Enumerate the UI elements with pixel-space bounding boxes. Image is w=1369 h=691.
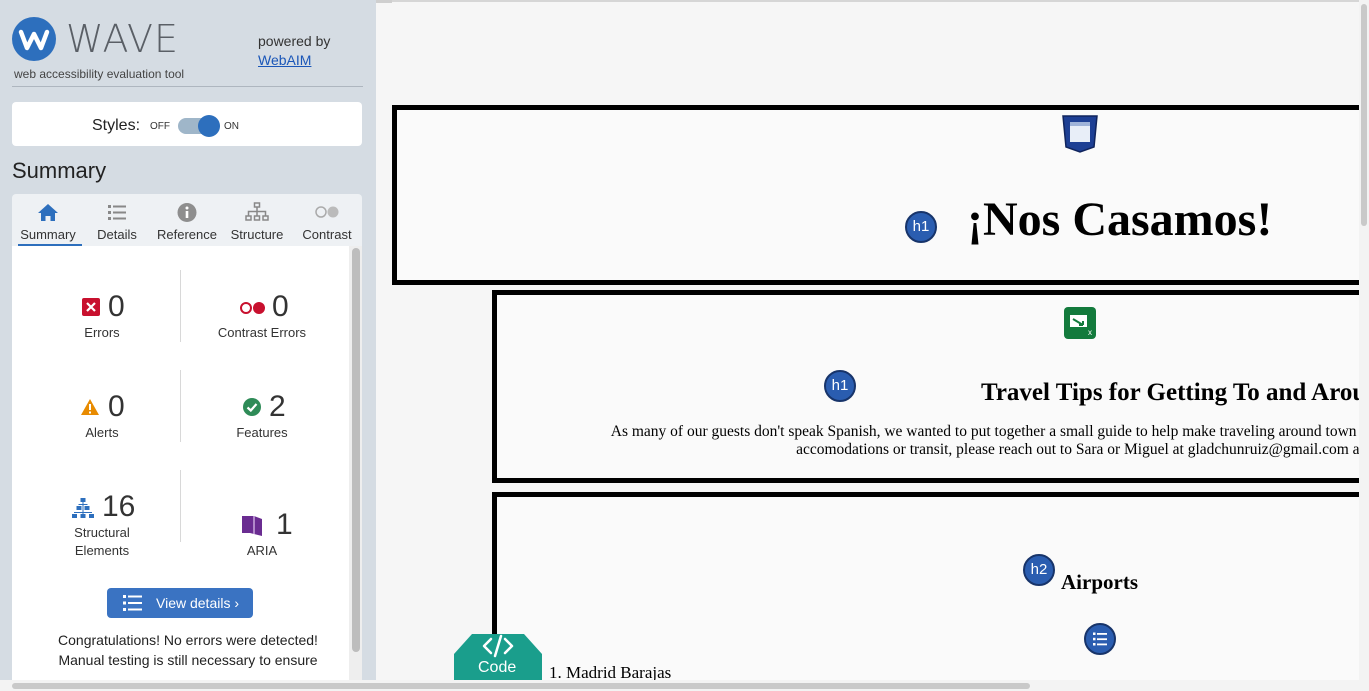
summary-panel: 0 Errors 0 Contrast Errors 0 Alerts 2 Fe… <box>12 246 362 680</box>
tab-structure-label: Structure <box>230 227 284 242</box>
html5-banner-icon <box>1062 115 1098 158</box>
horizontal-scrollbar-thumb[interactable] <box>12 683 1030 689</box>
alerts-stat[interactable]: 0 Alerts <box>22 390 182 442</box>
aria-stat[interactable]: 1 ARIA <box>182 508 342 560</box>
tab-reference-label: Reference <box>157 227 217 242</box>
contrast-errors-label: Contrast Errors <box>217 325 307 340</box>
tab-contrast-label: Contrast <box>302 227 352 242</box>
alerts-count: 0 <box>108 390 125 423</box>
code-tab-label: Code <box>478 659 517 676</box>
airports-heading: Airports <box>1061 570 1138 594</box>
intro-line-2: accomodations or transit, please reach o… <box>796 441 1359 458</box>
viewport-corner <box>376 0 392 3</box>
tab-details[interactable]: Details <box>84 194 150 246</box>
tab-structure[interactable]: Structure <box>224 194 290 246</box>
styles-toggle-switch[interactable] <box>178 115 220 137</box>
panel-scrollbar[interactable] <box>349 246 362 680</box>
page-vertical-scrollbar[interactable] <box>1359 0 1369 680</box>
tab-details-label: Details <box>97 227 137 242</box>
features-stat[interactable]: 2 Features <box>182 390 342 442</box>
features-label: Features <box>236 425 288 440</box>
logo-tagline: web accessibility evaluation tool <box>14 67 185 81</box>
powered-by-text: powered by <box>258 33 331 49</box>
congrats-line-2: Manual testing is still necessary to ens… <box>58 652 318 668</box>
tab-contrast[interactable]: Contrast <box>292 194 362 246</box>
view-details-label: View details › <box>156 595 240 611</box>
page-horizontal-scrollbar[interactable] <box>0 680 1369 691</box>
feature-check-icon <box>243 398 261 421</box>
skip-link-icon[interactable]: x <box>1064 307 1096 344</box>
vertical-scrollbar-thumb[interactable] <box>1361 4 1367 226</box>
page-main-heading: ¡Nos Casamos! <box>967 193 1273 246</box>
errors-label: Errors <box>84 325 120 340</box>
aria-label: ARIA <box>246 543 278 558</box>
tab-summary[interactable]: Summary <box>14 194 82 246</box>
contrast-errors-stat[interactable]: 0 Contrast Errors <box>182 290 342 342</box>
info-icon <box>152 202 222 222</box>
tab-reference[interactable]: Reference <box>152 194 222 246</box>
contrast-errors-count: 0 <box>272 290 289 323</box>
alerts-label: Alerts <box>85 425 119 440</box>
errors-stat[interactable]: 0 Errors <box>22 290 182 342</box>
home-icon <box>14 202 82 222</box>
airports-section: h2 Airports 1. Madrid Barajas <box>492 492 1359 680</box>
toggle-knob <box>198 115 220 137</box>
aria-icon <box>240 513 264 542</box>
tab-summary-label: Summary <box>20 227 76 242</box>
ordered-list-icon[interactable] <box>1084 623 1116 660</box>
travel-tips-heading: Travel Tips for Getting To and Around Ma… <box>981 379 1359 406</box>
wave-sidebar: WAVE web accessibility evaluation tool p… <box>0 0 376 680</box>
webaim-link[interactable]: WebAIM <box>258 52 311 68</box>
logo-wordmark: WAVE <box>66 17 180 61</box>
hierarchy-icon <box>224 202 290 222</box>
structure-icon <box>72 498 94 523</box>
congrats-line-1: Congratulations! No errors were detected… <box>58 632 318 648</box>
structural-count: 16 <box>102 490 136 523</box>
structural-label-line1: Structural <box>74 525 130 540</box>
structural-label-line2: Elements <box>74 543 130 558</box>
header-section: h1 ¡Nos Casamos! <box>392 105 1359 285</box>
styles-toggle-panel: Styles: OFF ON <box>12 102 362 146</box>
wave-logo-icon <box>12 17 56 61</box>
page-viewport: h1 ¡Nos Casamos! x h1 Travel Tips for Ge… <box>376 0 1359 680</box>
intro-line-1: As many of our guests don't speak Spanis… <box>610 423 1359 440</box>
summary-heading: Summary <box>12 158 107 183</box>
h2-badge[interactable]: h2 <box>1023 554 1055 586</box>
h1-badge[interactable]: h1 <box>905 211 937 243</box>
view-details-button[interactable]: View details › <box>107 588 253 618</box>
styles-on-label: ON <box>224 121 239 132</box>
intro-paragraph: As many of our guests don't speak Spanis… <box>537 423 1359 459</box>
styles-off-label: OFF <box>150 121 170 132</box>
aria-count: 1 <box>276 508 293 541</box>
sidebar-divider <box>12 86 363 87</box>
contrast-error-icon <box>239 301 267 320</box>
svg-text:x: x <box>1088 328 1092 337</box>
styles-label: Styles: <box>92 117 141 134</box>
alert-icon <box>80 398 100 421</box>
airport-list-item: 1. Madrid Barajas <box>549 663 672 680</box>
panel-scrollbar-thumb[interactable] <box>352 248 360 652</box>
errors-count: 0 <box>108 290 125 323</box>
structural-elements-stat[interactable]: 16 Structural Elements <box>22 490 182 560</box>
travel-tips-section: x h1 Travel Tips for Getting To and Arou… <box>492 290 1359 483</box>
features-count: 2 <box>269 390 286 423</box>
panel-tabs: Summary Details Reference Structure Cont… <box>12 194 362 246</box>
list-icon <box>123 594 143 617</box>
h1-badge[interactable]: h1 <box>824 370 856 402</box>
list-icon <box>84 202 150 222</box>
error-icon <box>82 298 100 321</box>
congratulations-message: Congratulations! No errors were detected… <box>26 630 350 670</box>
contrast-icon <box>292 202 362 222</box>
